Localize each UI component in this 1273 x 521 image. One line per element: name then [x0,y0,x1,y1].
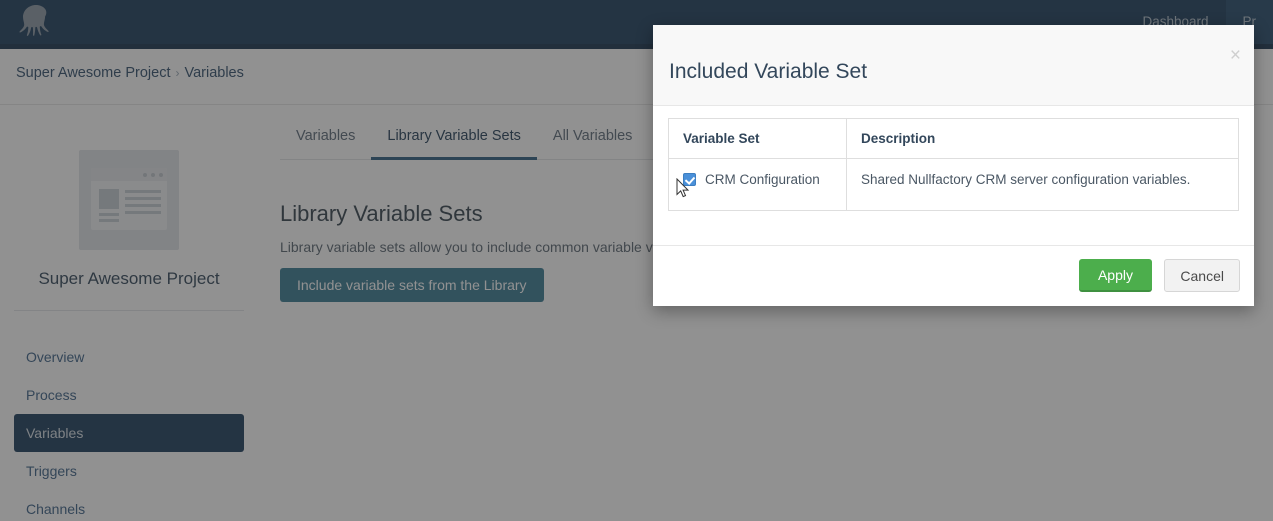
cell-description: Shared Nullfactory CRM server configurat… [861,172,1191,187]
column-header-variable-set: Variable Set [668,118,847,159]
variable-set-checkbox[interactable] [683,173,696,186]
variable-set-name: CRM Configuration [705,172,820,187]
included-variable-set-dialog: Included Variable Set × Variable Set Des… [653,25,1254,306]
variable-sets-table: Variable Set Description CRM Configurati… [668,118,1239,211]
table-row: CRM Configuration Shared Nullfactory CRM… [668,158,1239,211]
dialog-footer: Apply Cancel [653,245,1254,305]
apply-button[interactable]: Apply [1078,259,1152,292]
dialog-body: Variable Set Description CRM Configurati… [653,106,1254,245]
table-header-row: Variable Set Description [668,118,1239,159]
dialog-title: Included Variable Set [669,60,868,83]
cell-variable-set: CRM Configuration [668,158,847,211]
cancel-button[interactable]: Cancel [1164,259,1240,292]
column-header-description: Description [846,118,1239,159]
dialog-header: Included Variable Set × [653,25,1254,106]
app-root: Dashboard Pr Super Awesome Project›Varia… [0,0,1273,521]
close-icon[interactable]: × [1230,46,1241,65]
